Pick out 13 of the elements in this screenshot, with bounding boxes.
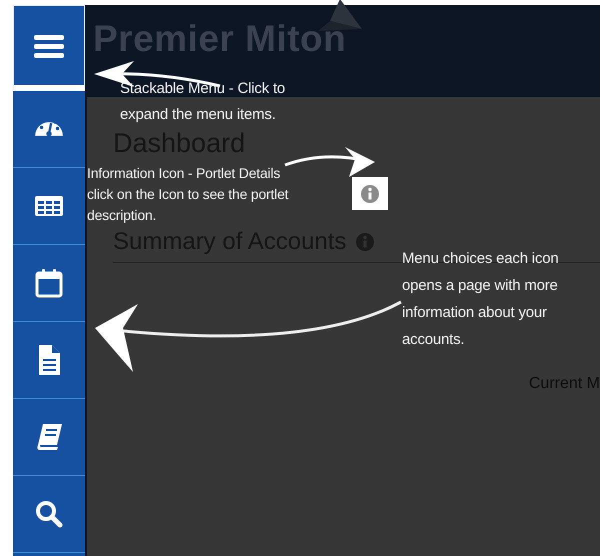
info-icon xyxy=(361,184,379,202)
annotation-text: Menu choices each icon opens a page with more information about your accounts. xyxy=(402,249,559,350)
document-icon xyxy=(37,344,61,376)
book-icon xyxy=(35,423,63,451)
annotation-text: Information Icon - Portlet Details click on the Icon to see the portlet description. xyxy=(87,164,288,225)
info-button[interactable] xyxy=(352,177,388,210)
search-icon xyxy=(35,500,63,528)
gauge-icon xyxy=(34,121,64,137)
menu-menu-button[interactable] xyxy=(13,5,85,91)
annotation-text: Stackable Menu - Click to expand the menu items. xyxy=(120,79,286,125)
calendar-icon xyxy=(35,268,63,298)
table-icon xyxy=(34,195,64,217)
menu-icon xyxy=(34,34,64,58)
